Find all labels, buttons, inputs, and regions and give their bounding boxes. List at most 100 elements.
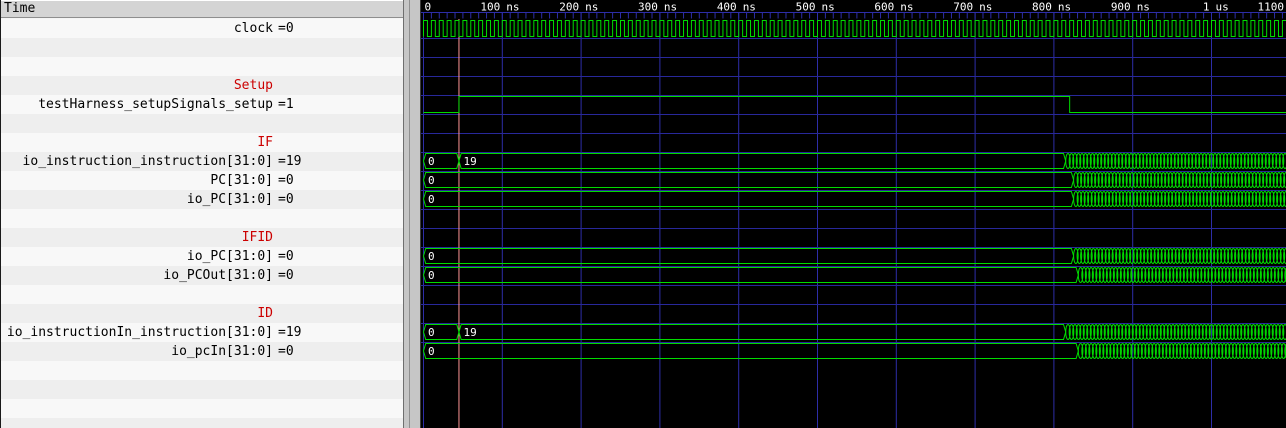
wave-canvas[interactable]: 019000001900100ns200ns300ns400ns500ns600… — [421, 0, 1286, 428]
bus-segment — [424, 249, 1074, 264]
signal-value: =1 — [278, 97, 294, 112]
bus-value-text: 0 — [428, 193, 435, 206]
grid-lines — [421, 13, 1286, 428]
blank-row — [1, 380, 403, 399]
bus-value-text: 0 — [428, 345, 435, 358]
signal-value: =0 — [278, 344, 294, 359]
bus-undef-pattern — [1074, 191, 1286, 206]
blank-row — [1, 399, 403, 418]
group-label: ID — [1, 306, 273, 321]
signal-value: =0 — [278, 192, 294, 207]
bus-value-text: 0 — [428, 250, 435, 263]
svg-text:900: 900 — [1111, 1, 1131, 14]
bus-undef-pattern — [1078, 267, 1286, 282]
timescale: 0 100 ns 200 ns 300 ns 400 ns 500 ns 600 ns 700 ns 800 n… — [425, 1, 1285, 14]
wave-panel[interactable]: 019000001900100ns200ns300ns400ns500ns600… — [421, 0, 1286, 428]
bus-value-text: 0 — [428, 326, 435, 339]
bus-undef-pattern — [1066, 324, 1286, 339]
group-row[interactable]: IFID — [1, 228, 403, 247]
signal-row[interactable]: PC[31:0] =0 — [1, 171, 403, 190]
group-label: Setup — [1, 78, 273, 93]
blank-row — [1, 209, 403, 228]
group-label: IF — [1, 135, 273, 150]
bus-undef-pattern — [1066, 153, 1286, 168]
bus-value-text: 0 — [428, 269, 435, 282]
group-row[interactable]: ID — [1, 304, 403, 323]
svg-text:ns: ns — [1058, 1, 1071, 14]
signal-value: =0 — [278, 21, 294, 36]
svg-text:600: 600 — [874, 1, 894, 14]
bus-value-text: 19 — [463, 326, 476, 339]
signal-name: io_PC[31:0] — [1, 192, 273, 207]
svg-text:800: 800 — [1032, 1, 1052, 14]
signal-row[interactable]: io_PCOut[31:0] =0 — [1, 266, 403, 285]
signal-row[interactable]: io_instructionIn_instruction[31:0] =19 — [1, 323, 403, 342]
signal-row[interactable]: clock =0 — [1, 19, 403, 38]
blank-row — [1, 418, 403, 428]
signal-names-panel: Time clock =0 Setup testHarness_setupSignal… — [0, 0, 404, 428]
svg-text:ns: ns — [506, 1, 519, 14]
group-label: IFID — [1, 230, 273, 245]
signal-name: io_PC[31:0] — [1, 249, 273, 264]
signal-name-list: clock =0 Setup testHarness_setupSignals_set… — [1, 19, 403, 428]
blank-row — [1, 57, 403, 76]
clock-wave — [424, 21, 1286, 37]
waveforms: 0 19 0 0 0 0 0 19 0 — [424, 21, 1286, 359]
time-header-label: Time — [4, 1, 35, 16]
svg-text:0: 0 — [425, 1, 432, 14]
signal-row[interactable]: io_PC[31:0] =0 — [1, 247, 403, 266]
bus-undef-pattern — [1078, 343, 1286, 358]
group-row[interactable]: Setup — [1, 76, 403, 95]
svg-text:300: 300 — [638, 1, 658, 14]
bus-undef-pattern — [1074, 248, 1286, 263]
signal-name: clock — [1, 21, 273, 36]
signal-value: =0 — [278, 173, 294, 188]
blank-row — [1, 361, 403, 380]
signal-value: =0 — [278, 249, 294, 264]
blank-row — [1, 38, 403, 57]
svg-text:ns: ns — [1137, 1, 1150, 14]
time-header: Time — [1, 0, 403, 18]
signal-value: =0 — [278, 268, 294, 283]
bus-segment — [424, 268, 1079, 283]
svg-text:ns: ns — [743, 1, 756, 14]
signal-name: io_instruction_instruction[31:0] — [1, 154, 273, 169]
svg-text:1100: 1100 — [1258, 1, 1285, 14]
scrollbar-track-line — [409, 0, 410, 428]
signal-name: testHarness_setupSignals_setup — [1, 97, 273, 112]
bus-value-text: 0 — [428, 155, 435, 168]
svg-text:ns: ns — [979, 1, 992, 14]
svg-text:1: 1 — [1203, 1, 1210, 14]
bus-undef-pattern — [1074, 172, 1286, 187]
svg-text:ns: ns — [822, 1, 835, 14]
svg-text:ns: ns — [585, 1, 598, 14]
vertical-scrollbar[interactable] — [404, 0, 421, 428]
svg-text:200: 200 — [559, 1, 579, 14]
svg-text:500: 500 — [796, 1, 816, 14]
bus-segment — [424, 173, 1074, 188]
svg-text:700: 700 — [953, 1, 973, 14]
bus-value-text: 19 — [463, 155, 476, 168]
signal-value: =19 — [278, 154, 301, 169]
signal-row[interactable]: io_PC[31:0] =0 — [1, 190, 403, 209]
signal-name: io_instructionIn_instruction[31:0] — [1, 325, 273, 340]
svg-text:ns: ns — [664, 1, 677, 14]
blank-row — [1, 285, 403, 304]
svg-text:100: 100 — [480, 1, 500, 14]
signal-value: =19 — [278, 325, 301, 340]
signal-row[interactable]: io_instruction_instruction[31:0] =19 — [1, 152, 403, 171]
signal-name: io_PCOut[31:0] — [1, 268, 273, 283]
svg-text:400: 400 — [717, 1, 737, 14]
gtkwave-window: Time clock =0 Setup testHarness_setupSignal… — [0, 0, 1286, 428]
signal-row[interactable]: io_pcIn[31:0] =0 — [1, 342, 403, 361]
signal-row[interactable]: testHarness_setupSignals_setup =1 — [1, 95, 403, 114]
signal-name: io_pcIn[31:0] — [1, 344, 273, 359]
signal-name: PC[31:0] — [1, 173, 273, 188]
blank-row — [1, 114, 403, 133]
bus-segment — [424, 192, 1074, 207]
bus-value-text: 0 — [428, 174, 435, 187]
svg-text:us: us — [1216, 1, 1229, 14]
bit-wave — [424, 97, 1286, 113]
bus-segment — [424, 344, 1079, 359]
group-row[interactable]: IF — [1, 133, 403, 152]
